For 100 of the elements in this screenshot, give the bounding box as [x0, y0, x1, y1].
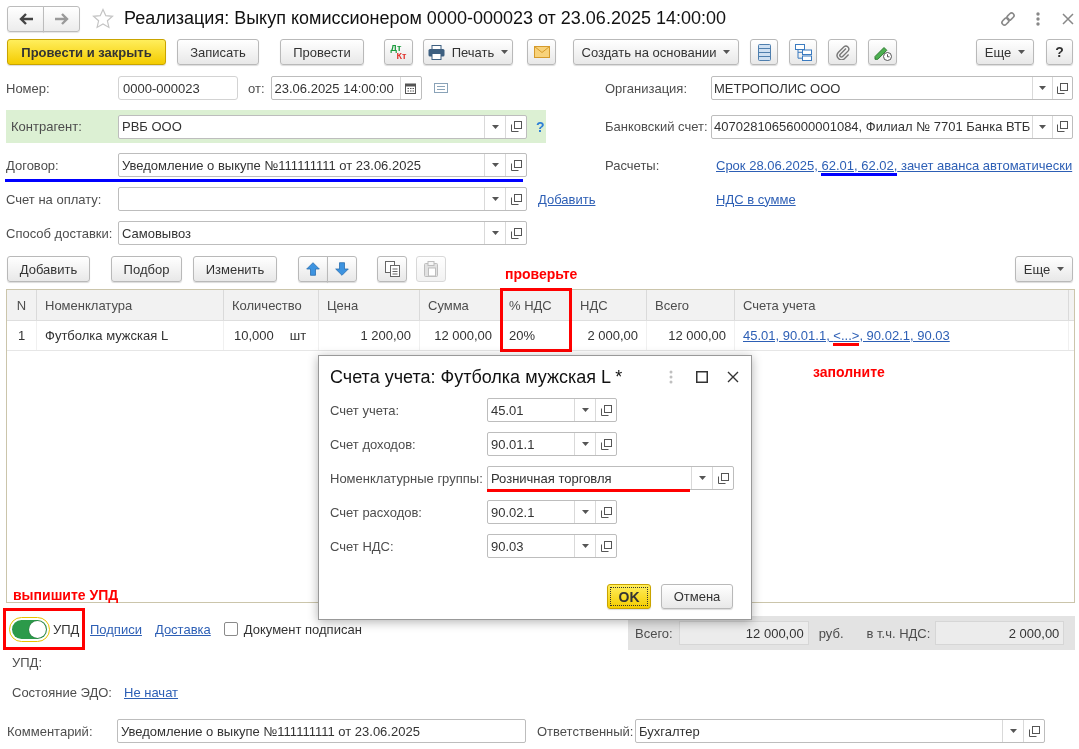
table-cell: 20% [501, 321, 572, 350]
dropdown-field[interactable]: Уведомление о выкупе №111111111 от 23.06.2025 [118, 153, 527, 177]
dropdown-field[interactable]: 40702810656000001084, Филиал № 7701 Банка ВТБ [711, 114, 1073, 139]
squares-icon[interactable] [1057, 121, 1068, 132]
help-button[interactable]: ? [1046, 39, 1073, 65]
caret-icon[interactable] [491, 163, 499, 167]
table-cell: 2 000,00 [572, 321, 647, 350]
toolbar-button[interactable]: Изменить [193, 256, 277, 282]
menu-button[interactable]: Еще [1015, 256, 1073, 282]
field-label: Счет учета: [330, 402, 401, 418]
squares-icon[interactable] [510, 193, 522, 205]
dropdown-field[interactable]: 90.03 [487, 534, 617, 558]
envelope-icon [533, 46, 550, 58]
lines-icon[interactable] [433, 83, 448, 93]
toolbar-button[interactable]: Провести [280, 39, 364, 65]
back-button[interactable] [7, 5, 44, 32]
caret-icon[interactable] [491, 197, 499, 201]
secondary-button[interactable]: Отмена [661, 584, 733, 609]
column-header[interactable]: Счета учета [735, 290, 1069, 320]
column-header[interactable]: Номенклатура [37, 290, 224, 320]
column-header[interactable]: Цена [319, 290, 420, 320]
printer-icon [427, 44, 445, 60]
squares-icon[interactable] [510, 159, 522, 171]
text-link[interactable]: Срок 28.06.2025, 62.01, 62.02, зачет аванса автоматически [716, 157, 1073, 173]
dropdown-field[interactable]: МЕТРОПОЛИС ООО [711, 76, 1073, 100]
status-link[interactable]: Не начат [124, 684, 179, 700]
table-cell: 12 000,00 [420, 321, 501, 350]
dropdown-field[interactable]: Самовывоз [118, 221, 527, 245]
star-icon[interactable] [92, 7, 114, 30]
caret-icon[interactable] [1009, 729, 1017, 733]
toolbar-button[interactable] [828, 39, 857, 65]
dropdown-field[interactable] [118, 187, 527, 211]
table-cell: 10,000 [234, 328, 274, 343]
menu-button[interactable]: Печать [423, 39, 513, 65]
debit-credit-button[interactable]: Дт Кт [384, 39, 413, 65]
squares-icon[interactable] [600, 404, 612, 416]
toolbar-button[interactable]: Подбор [111, 256, 182, 282]
dropdown-field[interactable]: Бухгалтер [635, 719, 1045, 743]
column-header[interactable]: Количество [224, 290, 319, 320]
squares-icon[interactable] [510, 227, 522, 239]
link-icon[interactable] [999, 9, 1017, 28]
squares-icon[interactable] [717, 472, 729, 484]
squares-icon[interactable] [600, 438, 612, 450]
calendar-icon[interactable] [405, 82, 416, 94]
text-link[interactable]: Подписи [90, 621, 142, 637]
accounts-link[interactable]: 45.01, 90.01.1, <...>, 90.02.1, 90.03 [743, 328, 950, 343]
column-header[interactable]: Сумма [420, 290, 501, 320]
column-header[interactable]: НДС [572, 290, 647, 320]
maximize-icon[interactable] [696, 371, 708, 383]
text-link[interactable]: Добавить [538, 191, 596, 207]
column-header[interactable]: N [7, 290, 37, 320]
toolbar-button[interactable]: Добавить [7, 256, 90, 282]
toggle-switch[interactable] [12, 619, 47, 639]
text-link[interactable]: Доставка [154, 621, 211, 637]
primary-button[interactable]: Провести и закрыть [7, 39, 166, 65]
paperclip-icon [834, 44, 851, 60]
column-header[interactable]: % НДС [501, 290, 572, 320]
caret-icon[interactable] [581, 544, 589, 548]
caret-icon[interactable] [581, 510, 589, 514]
caret-icon[interactable] [491, 231, 499, 235]
caret-icon [501, 50, 509, 54]
toolbar-button[interactable] [750, 39, 778, 65]
more-icon[interactable] [1036, 11, 1040, 26]
menu-button[interactable]: Еще [976, 39, 1034, 65]
field-label: Организация: [605, 80, 689, 96]
toolbar-button[interactable]: Записать [177, 39, 259, 65]
caret-icon[interactable] [698, 476, 706, 480]
dropdown-field[interactable]: РВБ ООО [118, 114, 527, 139]
squares-icon[interactable] [600, 540, 612, 552]
caret-icon[interactable] [1039, 86, 1046, 90]
dropdown-field[interactable]: Розничная торговля [487, 466, 734, 490]
move-down-button[interactable] [327, 256, 357, 282]
squares-icon[interactable] [1057, 82, 1068, 94]
toolbar-button[interactable] [868, 39, 897, 65]
squares-icon[interactable] [510, 121, 522, 132]
caret-icon[interactable] [581, 442, 589, 446]
close-icon[interactable] [727, 371, 739, 383]
field-label: Номенклатурные группы: [330, 470, 484, 486]
squares-icon[interactable] [600, 506, 612, 518]
column-header[interactable]: Всего [647, 290, 735, 320]
caret-icon[interactable] [581, 408, 589, 412]
squares-icon[interactable] [1028, 725, 1040, 737]
dropdown-field[interactable]: 90.02.1 [487, 500, 617, 524]
caret-icon[interactable] [1039, 124, 1046, 129]
list-icon [757, 43, 771, 61]
dropdown-field[interactable]: 45.01 [487, 398, 617, 422]
field-label: Банковский счет: [605, 119, 709, 134]
toolbar-button[interactable] [789, 39, 817, 65]
caret-icon[interactable] [491, 124, 499, 129]
date-field[interactable]: 23.06.2025 14:00:00 [270, 76, 422, 100]
copy-button[interactable] [377, 256, 407, 282]
text-link[interactable]: НДС в сумме [716, 191, 796, 207]
comment-field[interactable]: Уведомление о выкупе №111111111 от 23.06.2025 [117, 719, 526, 743]
dropdown-field[interactable]: 90.01.1 [487, 432, 617, 456]
text-field[interactable]: 0000-000023 [118, 76, 238, 100]
table-cell: 1 200,00 [319, 321, 420, 350]
primary-button[interactable]: OK [607, 584, 651, 609]
checkbox[interactable] [223, 622, 238, 636]
move-up-button[interactable] [298, 256, 328, 282]
menu-button[interactable]: Создать на основании [573, 39, 739, 65]
